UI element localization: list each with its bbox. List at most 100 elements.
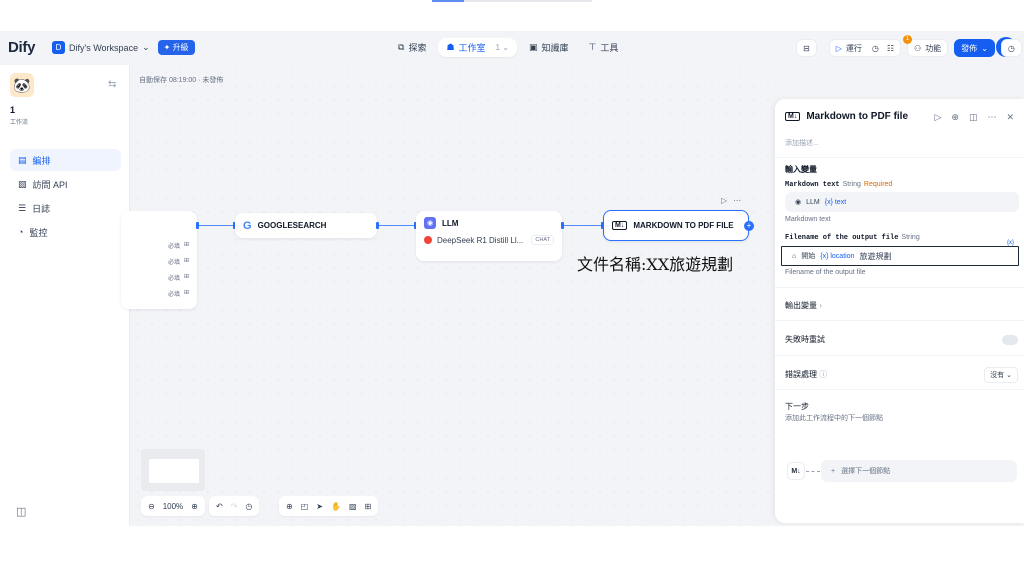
nav-knowledge-label: 知識庫 [541, 43, 569, 53]
publish-button[interactable]: 發佈 ⌄ [954, 39, 995, 57]
history-icon[interactable]: ◷ [245, 502, 252, 511]
start-var-row: 必填 ⊞ [167, 274, 189, 282]
close-icon[interactable]: ✕ [1006, 112, 1014, 123]
field-filename-label: Filename of the output file String [785, 232, 920, 242]
next-step-desc: 添加此工作流程中的下一個節點 [785, 415, 883, 422]
llm-node[interactable]: ◉ LLM DeepSeek R1 Distill Ll... CHAT [416, 211, 562, 261]
nav-knowledge[interactable]: ▣ 知識庫 [521, 38, 577, 57]
sidebar-item-label: 日誌 [32, 203, 51, 214]
sidebar-item-monitor[interactable]: ◔ 監控 [10, 221, 121, 243]
strip-track [464, 0, 592, 2]
llm-mode-tag: CHAT [531, 235, 554, 245]
play-icon[interactable]: ▷ [721, 196, 727, 205]
start-node[interactable]: 必填 ⊞ 必填 ⊞ 必填 ⊞ 必填 ⊞ [121, 211, 197, 309]
minimap[interactable] [141, 449, 205, 491]
workspace-switcher[interactable]: D Dify's Workspace ⌄ ✦ 升級 [52, 40, 195, 55]
autosave-status: 自動保存 08:19:00 · 未發佈 [139, 77, 224, 84]
edge [562, 225, 603, 226]
nav-tools[interactable]: ⊤ 工具 [580, 38, 626, 57]
llm-model-row: DeepSeek R1 Distill Ll... CHAT [424, 235, 554, 245]
google-icon: G [243, 219, 252, 232]
nav-studio-count: 1 ⌄ [495, 43, 509, 52]
field-hint: Markdown text [785, 216, 831, 223]
nav-studio[interactable]: ☗ 工作室 1 ⌄ [438, 38, 517, 57]
zoom-level[interactable]: 100% [163, 502, 183, 511]
var-node: 開始 [801, 253, 816, 260]
retry-toggle[interactable] [1002, 335, 1018, 345]
app-type: 工作流 [10, 120, 29, 126]
app-window: Dify D Dify's Workspace ⌄ ✦ 升級 ⧉ 探索 ☗ 工作… [0, 31, 1024, 526]
collapse-sidebar-icon[interactable]: ◫ [16, 505, 26, 518]
var-ref: {x} location [820, 252, 855, 260]
error-handling-select[interactable]: 沒有 ⌄ [984, 367, 1018, 383]
markdown-to-pdf-node[interactable]: M↓ MARKDOWN TO PDF FILE [603, 210, 749, 241]
features-label: 功能 [925, 43, 942, 53]
description-input[interactable]: 添加描述... [785, 138, 819, 148]
plus-icon: + [831, 467, 836, 475]
monitor-icon: ◔ [18, 227, 24, 237]
split-view-icon[interactable]: ◫ [969, 112, 978, 123]
version-history-button[interactable]: ◷ [1000, 39, 1022, 57]
add-node-plus-icon[interactable]: + [744, 221, 754, 231]
chevron-down-icon: ⌄ [142, 42, 150, 52]
edge-handle[interactable] [376, 222, 379, 229]
retry-label: 失敗時重試 [785, 335, 825, 344]
checklist-badge: 1 [903, 35, 912, 44]
help-icon[interactable]: ⊕ [951, 112, 959, 123]
nav-explore[interactable]: ⧉ 探索 [390, 38, 434, 57]
main-nav: ⧉ 探索 ☗ 工作室 1 ⌄ ▣ 知識庫 ⊤ 工具 [390, 38, 626, 57]
markdown-text-input[interactable]: ◉ LLM {x} text [785, 192, 1019, 212]
note-icon[interactable]: ◰ [301, 502, 309, 511]
error-handling-label: 錯誤處理 ⓘ [785, 370, 828, 379]
left-sidebar: 🐼 ⇆ 1 工作流 ▤ 編排 ▧ 訪問 API ☰ 日誌 ◔ 監控 ◫ [0, 65, 130, 526]
sidebar-item-orchestrate[interactable]: ▤ 編排 [10, 149, 121, 171]
hammer-icon: ⊤ [588, 42, 597, 52]
zoom-out-icon[interactable]: ⊖ [148, 502, 155, 511]
env-button[interactable]: ⊟ [796, 39, 817, 57]
markdown-icon: M↓ [785, 112, 801, 121]
sidebar-item-logs[interactable]: ☰ 日誌 [10, 197, 121, 219]
sidebar-item-api[interactable]: ▧ 訪問 API [10, 173, 121, 195]
output-vars-toggle[interactable]: 輸出變量 › [785, 300, 822, 311]
redo-icon[interactable]: ↷ [231, 502, 238, 511]
select-next-node-button[interactable]: + 選擇下一個節點 [821, 460, 1017, 482]
compass-icon: ⧉ [398, 42, 405, 52]
upgrade-button[interactable]: ✦ 升級 [157, 40, 195, 55]
env-icon: ⊟ [803, 43, 810, 53]
features-button[interactable]: ⚇ 功能 [907, 39, 949, 57]
panel-title-text[interactable]: Markdown to PDF file [806, 111, 908, 122]
node-actions: ▷ ⋯ [721, 196, 741, 205]
zoom-in-icon[interactable]: ⊕ [191, 502, 198, 511]
var-icon: ⊞ [183, 274, 189, 280]
overlay-annotation: 文件名稱:XX旅遊規劃 [577, 255, 734, 274]
add-block-icon[interactable]: ⊕ [286, 502, 293, 511]
field-markdown-label: Markdown text String Required [785, 179, 892, 189]
workflow-canvas[interactable]: 自動保存 08:19:00 · 未發佈 必填 ⊞ 必填 ⊞ 必填 ⊞ 必填 ⊞ G GO… [121, 65, 775, 526]
more-icon[interactable]: ⋯ [733, 196, 741, 205]
panel-title: M↓ Markdown to PDF file [785, 111, 908, 122]
more-icon[interactable]: ⋯ [987, 112, 996, 123]
llm-node-title: LLM [442, 218, 459, 228]
canvas-tools: ⊕ ◰ ➤ ✋ ▨ ⊞ [279, 496, 379, 516]
edge [377, 225, 416, 226]
workspace-badge: D [52, 41, 65, 54]
run-button[interactable]: ▷ 運行 ◷ ☷ [828, 39, 902, 57]
minimap-viewport [149, 459, 199, 483]
play-icon[interactable]: ▷ [934, 112, 941, 123]
layout-organize-icon[interactable]: ⊞ [365, 502, 372, 511]
filename-input[interactable]: ⌂ 開始 {x} location 旅遊規劃 [781, 246, 1019, 266]
edge-handle[interactable] [196, 222, 199, 229]
terminal-icon: ▧ [18, 178, 27, 189]
nav-explore-label: 探索 [408, 43, 427, 53]
edge-handle[interactable] [561, 222, 564, 229]
history-icon: ◷ [871, 43, 879, 53]
switch-icon[interactable]: ⇆ [108, 79, 116, 90]
google-search-node[interactable]: G GOOGLESEARCH [235, 213, 377, 238]
hand-icon[interactable]: ✋ [331, 502, 341, 511]
image-icon[interactable]: ▨ [349, 502, 357, 511]
workflow-toolbar: ⊟ ▷ 運行 ◷ ☷ 1 ⚇ 功能 發佈 ⌄ ◷ [796, 35, 1022, 57]
sidebar-item-label: 編排 [32, 155, 51, 166]
pointer-icon[interactable]: ➤ [316, 502, 323, 511]
undo-icon[interactable]: ↶ [216, 502, 223, 511]
start-var-row: 必填 ⊞ [167, 242, 189, 250]
